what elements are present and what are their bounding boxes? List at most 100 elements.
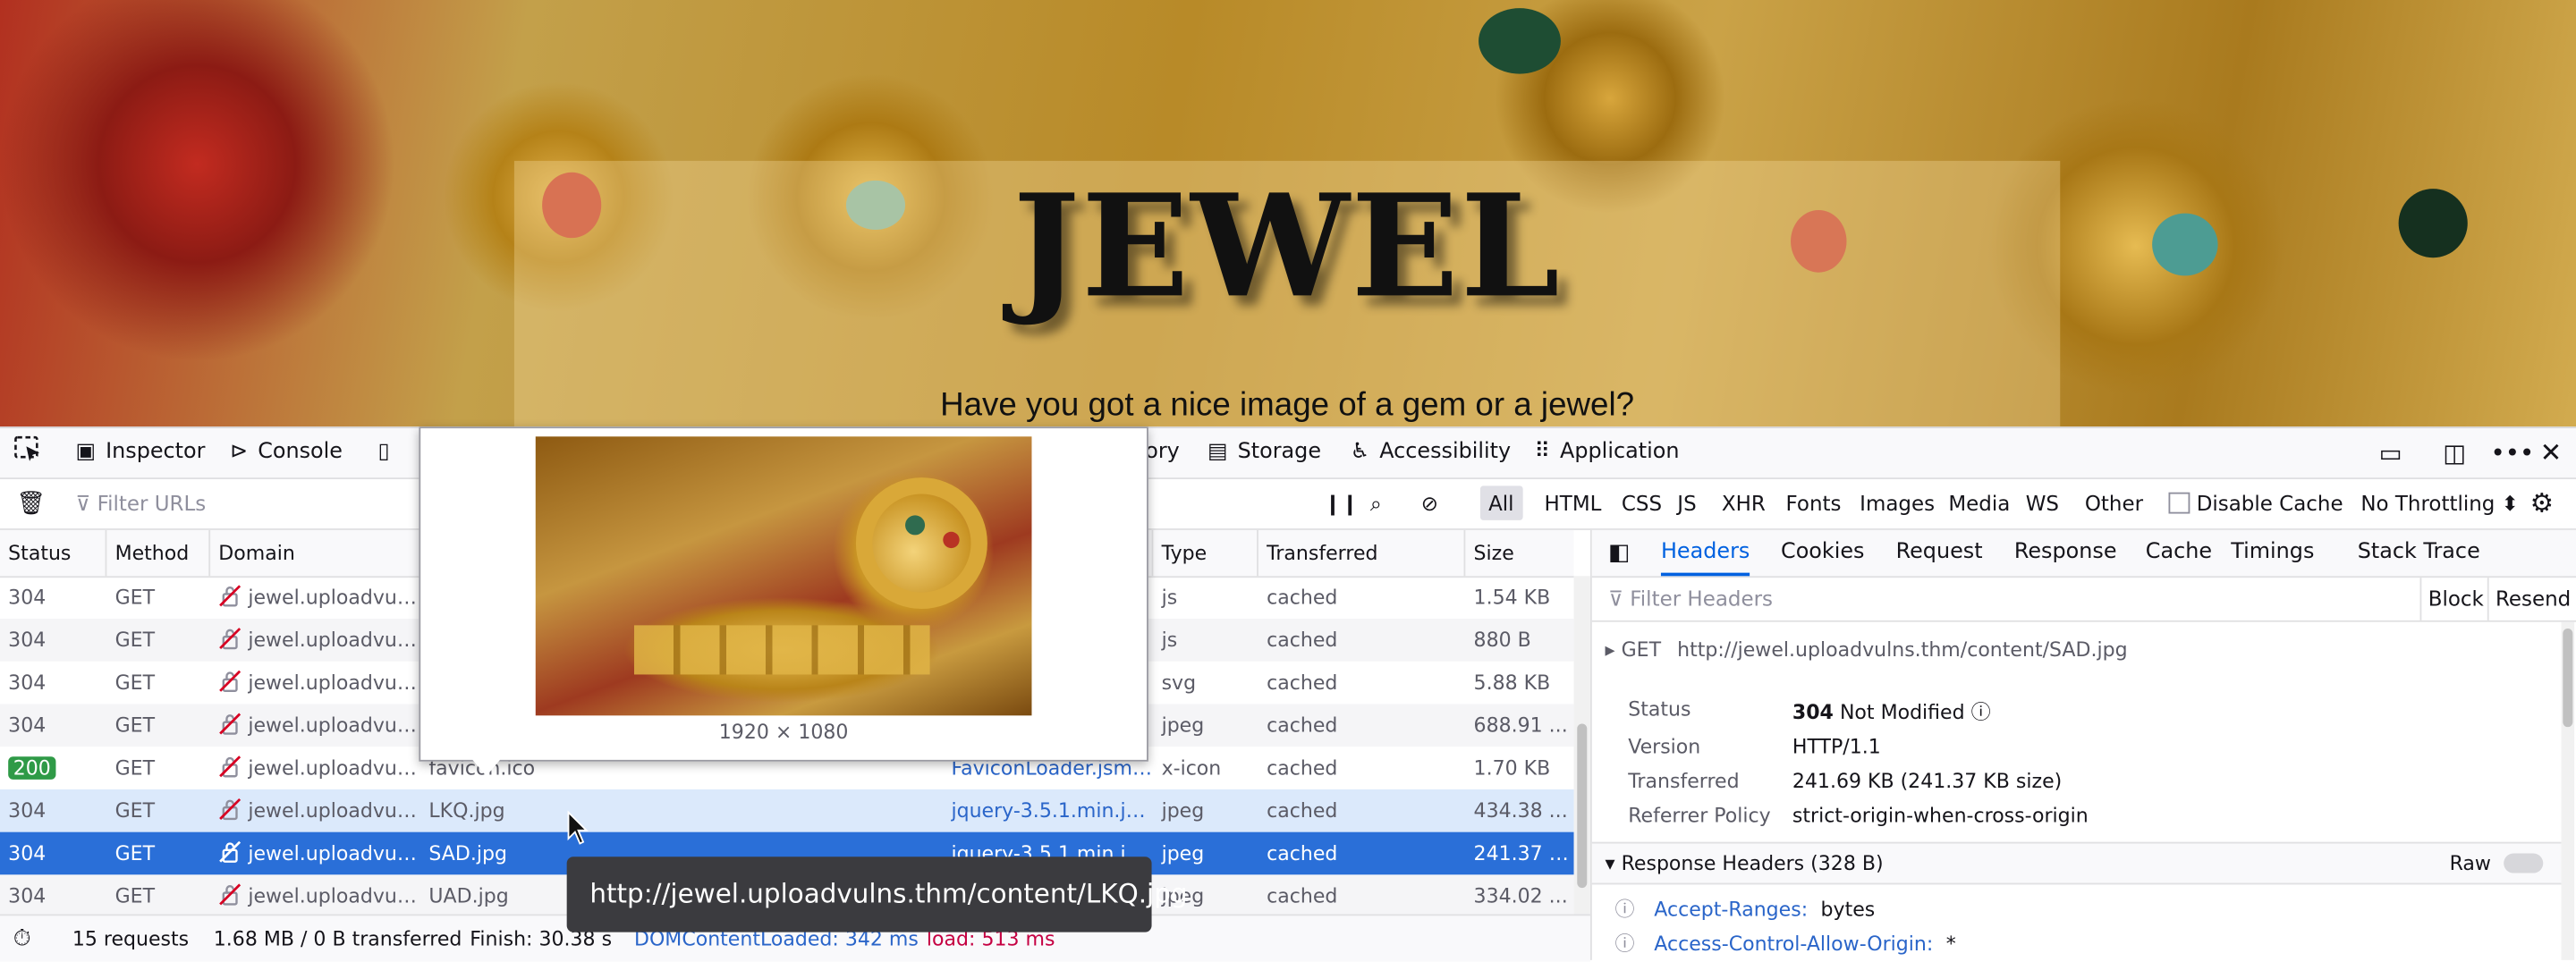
tab-stack-trace[interactable]: Stack Trace <box>2358 530 2480 576</box>
cell-size: 241.37 KB <box>1473 841 1574 865</box>
filter-type-label: HTML <box>1544 490 1602 516</box>
filter-type-images[interactable]: Images <box>1852 479 1943 528</box>
application-grid-icon: ⠿ <box>1534 439 1551 465</box>
cell-transferred: cached <box>1267 884 1338 908</box>
insecure-lock-icon <box>219 883 242 906</box>
filter-type-label: XHR <box>1721 490 1766 516</box>
tab-timings[interactable]: Timings <box>2231 530 2314 576</box>
raw-toggle[interactable]: Raw <box>2450 852 2544 874</box>
field-status: Status 304 Not Modified ⓘ <box>1628 697 2548 723</box>
header-name: Accept-Ranges: <box>1654 898 1809 921</box>
website-banner: JEWEL Have you got a nice image of a gem… <box>0 0 2576 427</box>
throttling-label: No Throttling <box>2360 490 2496 516</box>
filter-type-media[interactable]: Media <box>1940 479 2018 528</box>
tab-request[interactable]: Request <box>1896 530 1983 576</box>
field-version: Version HTTP/1.1 <box>1628 735 2548 761</box>
filter-urls-input[interactable]: ⊽ Filter URLs <box>75 479 206 528</box>
response-headers-section[interactable]: ▾ Response Headers (328 B) Raw <box>1591 841 2562 885</box>
table-row[interactable]: 304 GET jewel.uploadvul... LKQ.jpg jquery-3.… <box>0 789 1574 832</box>
disable-cache-checkbox[interactable]: Disable Cache <box>2168 479 2343 528</box>
separate-window-icon[interactable]: ◫ <box>2443 428 2466 477</box>
resend-button[interactable]: Resend ⬍ <box>2487 578 2576 620</box>
table-scrollbar[interactable] <box>1573 576 1590 915</box>
filter-headers-input[interactable]: ⊽ Filter Headers <box>1608 578 1773 620</box>
filter-type-js[interactable]: JS <box>1669 479 1705 528</box>
filter-icon: ⊽ <box>75 490 97 516</box>
column-size[interactable]: Size <box>1465 530 1573 576</box>
filter-type-css[interactable]: CSS <box>1614 479 1671 528</box>
block-button[interactable]: Block <box>2419 578 2484 620</box>
help-icon[interactable]: ⓘ <box>1971 701 1991 724</box>
settings-gear-icon[interactable]: ⚙ <box>2530 479 2554 528</box>
toggle-sidebar-icon[interactable]: ◧ <box>1608 530 1630 576</box>
column-status[interactable]: Status <box>0 529 107 577</box>
accessibility-icon: ♿ <box>1350 439 1370 465</box>
cell-status: 304 <box>0 704 106 747</box>
dock-icon[interactable]: ▭ <box>2379 428 2402 477</box>
details-tabs: ◧ Headers Cookies Request Response Cache… <box>1591 529 2576 578</box>
close-icon[interactable]: ✕ <box>2540 428 2563 477</box>
insecure-lock-icon <box>219 628 242 650</box>
request-count: 15 requests <box>72 927 190 950</box>
resend-label: Resend <box>2496 586 2572 611</box>
pause-icon[interactable]: ❙❙ <box>1324 479 1358 528</box>
status-code: 304 <box>8 798 47 823</box>
debugger-icon[interactable]: ▯ <box>377 428 399 477</box>
help-icon[interactable]: ⓘ <box>1615 932 1635 956</box>
block-icon[interactable]: ⊘ <box>1421 479 1438 528</box>
filter-type-fonts[interactable]: Fonts <box>1777 479 1849 528</box>
mouse-cursor-icon <box>567 810 589 845</box>
tab-application[interactable]: ⠿ Application <box>1535 428 1680 477</box>
tab-inspector[interactable]: ▣ Inspector <box>75 428 205 477</box>
filter-icon: ⊽ <box>1608 586 1631 611</box>
filter-type-xhr[interactable]: XHR <box>1714 479 1774 528</box>
cell-method: GET <box>114 884 156 908</box>
tab-accessibility[interactable]: ♿ Accessibility <box>1351 428 1511 477</box>
transfer-total: 1.68 MB / 0 B transferred <box>213 927 462 950</box>
cell-method: GET <box>114 629 156 652</box>
panel-scrollbar[interactable] <box>2561 621 2575 960</box>
trash-icon[interactable]: 🗑 <box>16 479 46 528</box>
tab-memory[interactable]: ory <box>1145 428 1180 477</box>
cell-initiator[interactable]: jquery-3.5.1.min.js:... <box>943 789 1153 832</box>
tab-cache[interactable]: Cache <box>2146 530 2212 576</box>
tab-storage[interactable]: ▤ Storage <box>1208 428 1321 477</box>
raw-switch[interactable] <box>2504 853 2544 873</box>
throttling-select[interactable]: No Throttling ⬍ <box>2360 479 2519 528</box>
help-icon[interactable]: ⓘ <box>1615 898 1635 921</box>
green-gem <box>1479 8 1561 74</box>
cell-method: GET <box>114 841 156 865</box>
field-referrer-policy-key: Referrer Policy <box>1628 804 1771 828</box>
filter-type-other[interactable]: Other <box>2077 479 2152 528</box>
cell-status: 304 <box>0 832 106 875</box>
filter-type-ws[interactable]: WS <box>2018 479 2068 528</box>
column-method[interactable]: Method <box>106 529 211 577</box>
request-summary[interactable]: ▸ GET http://jewel.uploadvulns.thm/conte… <box>1605 638 2127 662</box>
cell-status: 304 <box>0 619 106 662</box>
filter-type-all[interactable]: All <box>1479 479 1522 528</box>
field-transferred-value: 241.69 KB (241.37 KB size) <box>1792 769 2063 793</box>
tab-cookies[interactable]: Cookies <box>1781 530 1865 576</box>
console-icon: ⊳ <box>230 439 249 465</box>
cell-method: GET <box>114 798 156 823</box>
header-access-control-allow-origin: ⓘ Access-Control-Allow-Origin: * <box>1615 929 1956 957</box>
search-icon[interactable]: ⌕ <box>1370 479 1382 528</box>
cell-type: svg <box>1161 671 1197 695</box>
domain-text: jewel.uploadvul... <box>248 629 421 652</box>
element-picker-icon[interactable] <box>13 428 43 477</box>
filter-type-html[interactable]: HTML <box>1536 479 1609 528</box>
tab-headers[interactable]: Headers <box>1660 530 1750 577</box>
column-type[interactable]: Type <box>1153 529 1258 577</box>
more-options-icon[interactable]: ••• <box>2490 428 2534 477</box>
cell-method: GET <box>114 756 156 780</box>
tab-console[interactable]: ⊳ Console <box>230 428 343 477</box>
cell-domain: jewel.uploadvul... <box>210 704 420 747</box>
cell-type: x-icon <box>1161 756 1222 780</box>
tab-response[interactable]: Response <box>2014 530 2117 576</box>
cell-transferred: cached <box>1267 841 1338 865</box>
column-transferred[interactable]: Transferred <box>1258 529 1466 577</box>
status-code: 304 <box>8 713 47 738</box>
storage-icon: ▤ <box>1208 439 1228 465</box>
status-code: 304 <box>8 629 47 652</box>
filter-type-label: WS <box>2025 490 2059 516</box>
